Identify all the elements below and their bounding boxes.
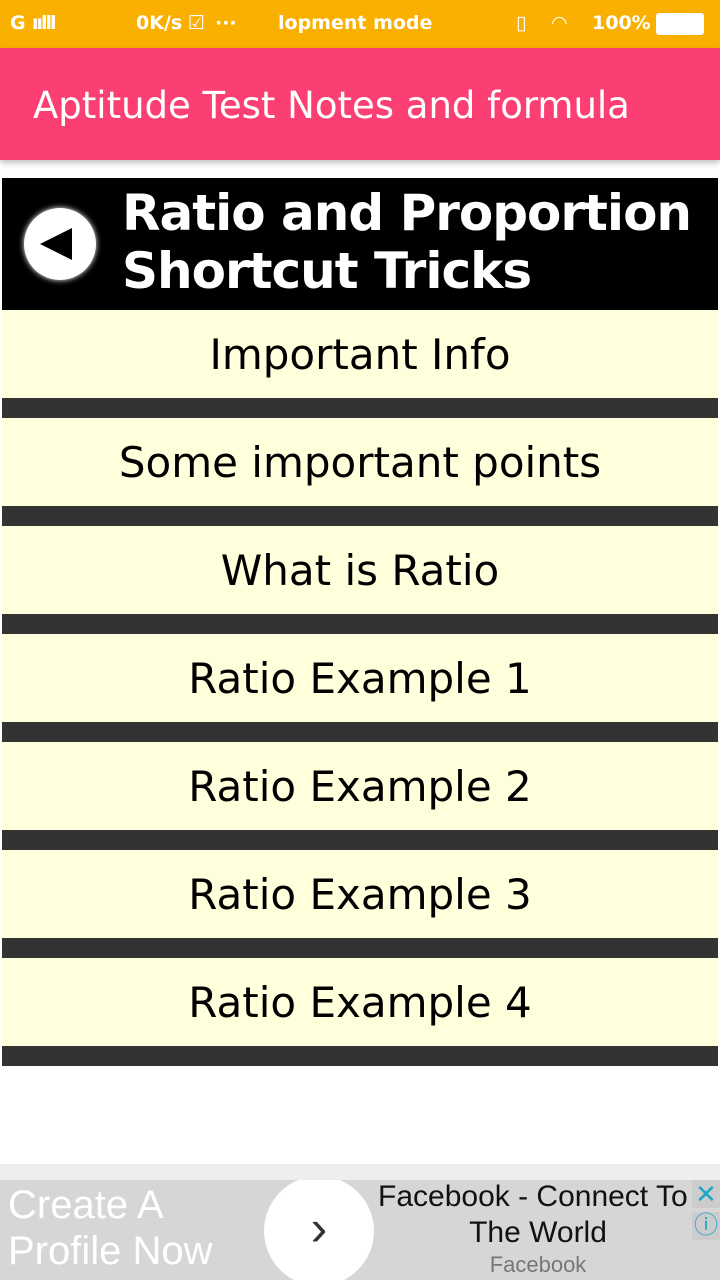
app-bar: Aptitude Test Notes and formula — [0, 48, 720, 160]
close-icon[interactable]: ✕ — [692, 1180, 720, 1208]
ad-cta[interactable]: Create A Profile Now — [8, 1182, 213, 1274]
wifi-icon: ◠ — [552, 12, 567, 34]
ad-divider — [0, 1164, 720, 1180]
ad-cta-line-1: Create A — [8, 1183, 164, 1227]
title-line-1: Ratio and Proportion — [122, 184, 692, 242]
list-item[interactable]: Some important points — [2, 418, 718, 506]
topic-list: Important Info Some important points Wha… — [2, 310, 718, 1066]
back-button[interactable] — [24, 208, 96, 280]
notification-text: lopment mode — [278, 12, 433, 34]
list-item[interactable]: Ratio Example 4 — [2, 958, 718, 1046]
list-item[interactable]: Ratio Example 3 — [2, 850, 718, 938]
signal-icon: ıılll — [32, 12, 57, 34]
ad-title-2: The World — [469, 1216, 607, 1249]
ad-arrow-button[interactable]: › — [264, 1180, 374, 1280]
network-type: G — [10, 12, 26, 34]
page-header: Ratio and Proportion Shortcut Tricks — [2, 178, 718, 310]
battery-level: 100% — [592, 12, 651, 34]
ad-banner[interactable]: Create A Profile Now › Facebook - Connect… — [0, 1180, 720, 1280]
list-item[interactable]: Ratio Example 1 — [2, 634, 718, 722]
list-item[interactable]: Important Info — [2, 310, 718, 398]
network-speed: 0K/s — [136, 12, 183, 34]
more-icon: ··· — [215, 12, 237, 34]
title-line-2: Shortcut Tricks — [122, 242, 532, 300]
vibrate-icon: ▯ — [516, 12, 527, 34]
list-item[interactable]: Ratio Example 2 — [2, 742, 718, 830]
list-item[interactable]: What is Ratio — [2, 526, 718, 614]
ad-cta-line-2: Profile Now — [8, 1229, 213, 1273]
app-title: Aptitude Test Notes and formula — [33, 84, 630, 127]
check-icon: ☑ — [188, 12, 206, 34]
battery-icon — [656, 13, 704, 35]
info-icon[interactable]: ⓘ — [692, 1212, 720, 1240]
ad-source: Facebook — [489, 1252, 587, 1277]
chevron-right-icon: › — [310, 1200, 328, 1256]
status-bar: G ıılll 0K/s ☑ ··· lopment mode ▯ ◠ 100% — [0, 0, 720, 48]
page-title: Ratio and Proportion Shortcut Tricks — [122, 184, 692, 300]
ad-title: Facebook - Connect To — [378, 1180, 688, 1213]
